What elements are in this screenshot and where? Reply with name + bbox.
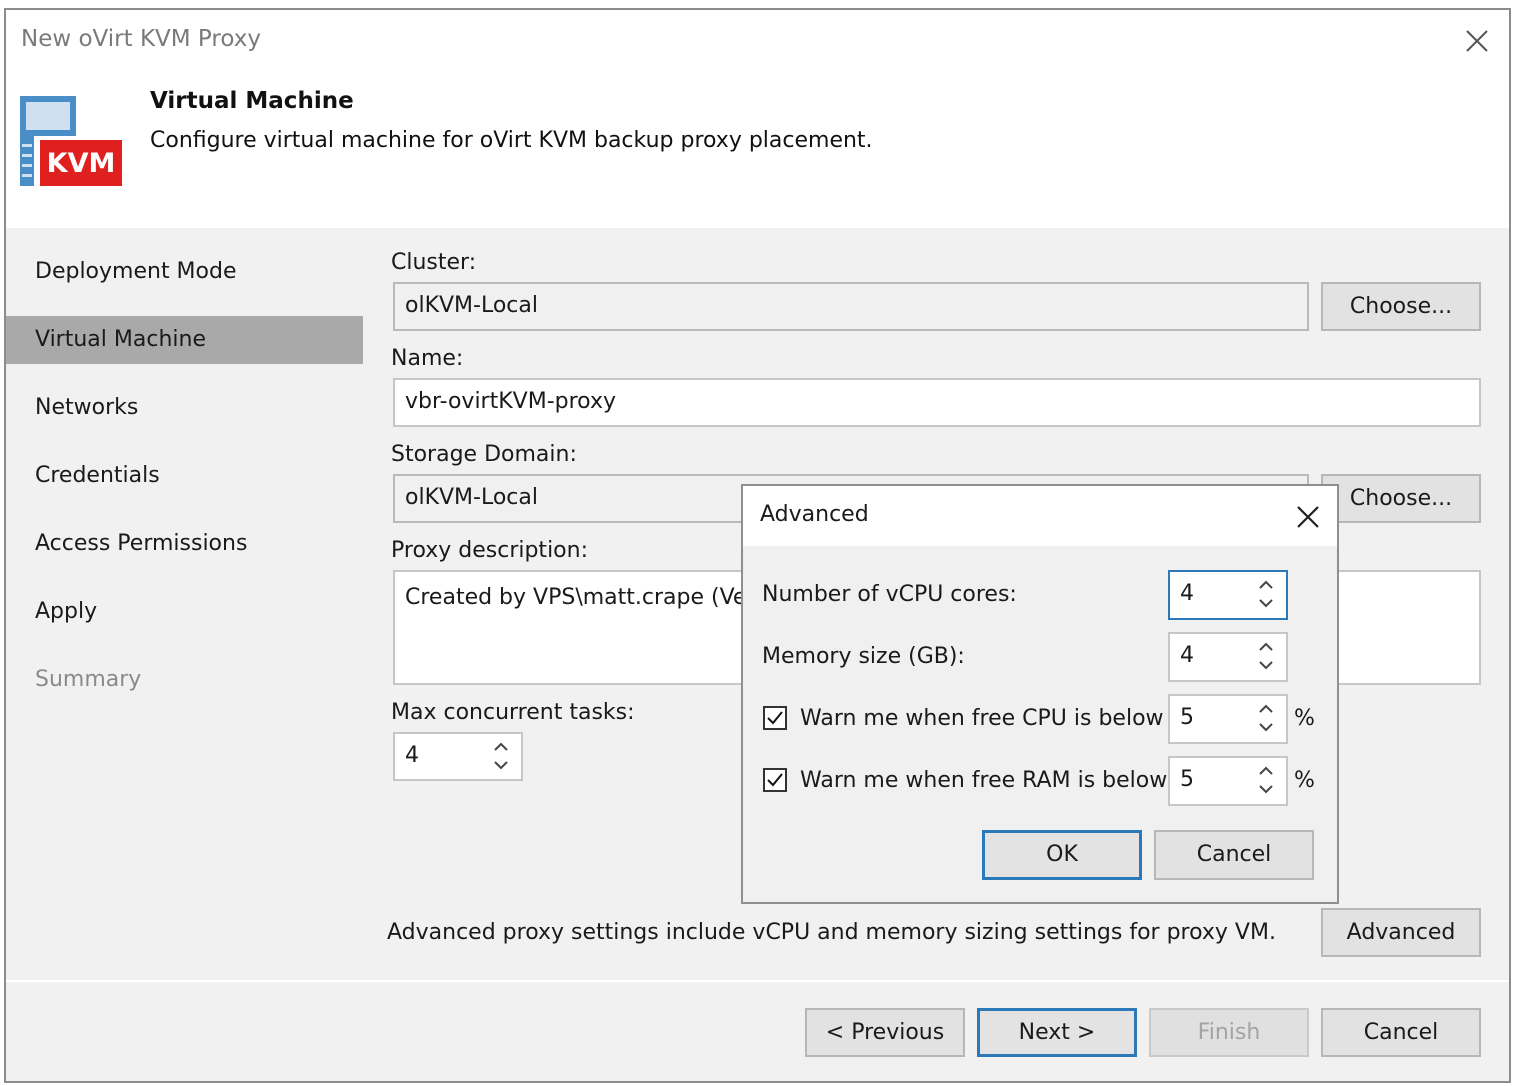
nav-item-access-permissions[interactable]: Access Permissions xyxy=(6,520,363,568)
checkmark-icon xyxy=(767,773,783,787)
kvm-logo-icon: KVM xyxy=(18,94,126,190)
ram-warn-checkbox[interactable] xyxy=(763,768,787,792)
nav-item-virtual-machine[interactable]: Virtual Machine xyxy=(6,316,363,364)
nav-item-summary: Summary xyxy=(35,667,142,692)
cluster-label: Cluster: xyxy=(391,250,477,275)
ok-button[interactable]: OK xyxy=(982,830,1142,880)
advanced-description: Advanced proxy settings include vCPU and… xyxy=(387,920,1276,945)
dialog-title: Advanced xyxy=(760,502,869,527)
max-tasks-stepper[interactable]: 4 xyxy=(393,732,523,781)
close-icon[interactable] xyxy=(1295,504,1321,530)
cluster-field: olKVM-Local xyxy=(393,282,1309,331)
cancel-button[interactable]: Cancel xyxy=(1321,1008,1481,1057)
nav-item-deployment-mode[interactable]: Deployment Mode xyxy=(6,248,363,296)
spinner-arrows-icon[interactable] xyxy=(1256,700,1276,736)
svg-text:KVM: KVM xyxy=(47,148,116,179)
next-button[interactable]: Next > xyxy=(977,1008,1137,1057)
ram-warn-stepper[interactable]: 5 xyxy=(1168,756,1288,806)
name-input[interactable]: vbr-ovirtKVM-proxy xyxy=(393,378,1481,427)
choose-cluster-button[interactable]: Choose... xyxy=(1321,282,1481,331)
ram-percent-label: % xyxy=(1294,768,1315,793)
nav-item-apply[interactable]: Apply xyxy=(6,588,363,636)
vcpu-stepper[interactable]: 4 xyxy=(1168,570,1288,620)
cpu-warn-checkbox[interactable] xyxy=(763,706,787,730)
max-tasks-value: 4 xyxy=(405,743,419,768)
nav-item-networks[interactable]: Networks xyxy=(6,384,363,432)
spinner-arrows-icon[interactable] xyxy=(1256,762,1276,798)
vcpu-label: Number of vCPU cores: xyxy=(762,582,1017,607)
close-icon[interactable] xyxy=(1462,26,1492,56)
cpu-warn-value: 5 xyxy=(1180,705,1194,730)
advanced-button[interactable]: Advanced xyxy=(1321,908,1481,957)
cpu-warn-label: Warn me when free CPU is below xyxy=(800,706,1164,731)
memory-value: 4 xyxy=(1180,643,1194,668)
ram-warn-value: 5 xyxy=(1180,767,1194,792)
checkmark-icon xyxy=(767,711,783,725)
dialog-cancel-button[interactable]: Cancel xyxy=(1154,830,1314,880)
max-tasks-label: Max concurrent tasks: xyxy=(391,700,635,725)
page-title: Virtual Machine xyxy=(150,88,354,114)
spinner-arrows-icon[interactable] xyxy=(1256,638,1276,674)
spinner-arrows-icon[interactable] xyxy=(1256,576,1276,612)
page-subtitle: Configure virtual machine for oVirt KVM … xyxy=(150,128,873,153)
name-label: Name: xyxy=(391,346,464,371)
proxy-description-label: Proxy description: xyxy=(391,538,588,563)
cpu-percent-label: % xyxy=(1294,706,1315,731)
ram-warn-label: Warn me when free RAM is below xyxy=(800,768,1168,793)
memory-label: Memory size (GB): xyxy=(762,644,965,669)
previous-button[interactable]: < Previous xyxy=(805,1008,965,1057)
nav-item-credentials[interactable]: Credentials xyxy=(6,452,363,500)
memory-stepper[interactable]: 4 xyxy=(1168,632,1288,682)
choose-storage-button[interactable]: Choose... xyxy=(1321,474,1481,523)
finish-button: Finish xyxy=(1149,1008,1309,1057)
wizard-steps-nav: Deployment Mode Virtual Machine Networks… xyxy=(6,228,363,980)
spinner-arrows-icon[interactable] xyxy=(491,738,511,774)
window-title: New oVirt KVM Proxy xyxy=(21,26,261,52)
cpu-warn-stepper[interactable]: 5 xyxy=(1168,694,1288,744)
vcpu-value: 4 xyxy=(1180,581,1194,606)
storage-domain-label: Storage Domain: xyxy=(391,442,577,467)
advanced-dialog: Advanced Number of vCPU cores: 4 Memory … xyxy=(741,484,1339,904)
